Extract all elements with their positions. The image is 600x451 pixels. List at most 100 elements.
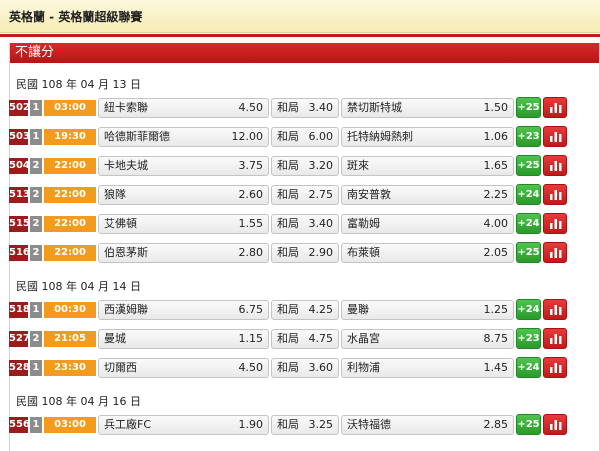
home-odds-button[interactable]: 西漢姆聯 6.75 <box>98 300 269 320</box>
draw-odds: 3.20 <box>308 159 334 172</box>
more-bets-button[interactable]: +24 <box>516 357 541 378</box>
home-odds: 4.50 <box>238 101 264 114</box>
stats-button[interactable] <box>543 242 567 263</box>
draw-odds: 4.75 <box>308 332 334 345</box>
home-odds-button[interactable]: 伯恩茅斯 2.80 <box>98 243 269 263</box>
page-title: 英格蘭 - 英格蘭超級聯賽 <box>9 10 143 24</box>
away-odds: 1.50 <box>483 101 509 114</box>
away-odds: 1.06 <box>483 130 509 143</box>
league-badge: 1 <box>30 129 42 145</box>
stats-button[interactable] <box>543 213 567 234</box>
away-odds-button[interactable]: 斑來 1.65 <box>341 156 514 176</box>
draw-odds: 3.60 <box>308 361 334 374</box>
home-odds: 1.15 <box>238 332 264 345</box>
home-odds-button[interactable]: 卡地夫城 3.75 <box>98 156 269 176</box>
home-odds-button[interactable]: 艾佛頓 1.55 <box>98 214 269 234</box>
stats-button[interactable] <box>543 184 567 205</box>
bar-chart-icon <box>550 248 562 258</box>
draw-label: 和局 <box>277 361 299 374</box>
away-odds-button[interactable]: 禁切斯特城 1.50 <box>341 98 514 118</box>
more-bets-button[interactable]: +24 <box>516 299 541 320</box>
draw-odds: 6.00 <box>308 130 334 143</box>
draw-label: 和局 <box>277 159 299 172</box>
home-odds-button[interactable]: 切爾西 4.50 <box>98 358 269 378</box>
draw-label: 和局 <box>277 130 299 143</box>
match-number: 556 <box>9 417 30 433</box>
match-row: 516 2 22:00 (六) 伯恩茅斯 2.80 和局 2.90 布萊頓 2.… <box>0 241 600 274</box>
draw-odds-button[interactable]: 和局 3.40 <box>271 98 339 118</box>
more-bets-button[interactable]: +25 <box>516 97 541 118</box>
draw-label: 和局 <box>277 188 299 201</box>
draw-odds-button[interactable]: 和局 2.90 <box>271 243 339 263</box>
bar-chart-icon <box>550 420 562 430</box>
more-bets-button[interactable]: +25 <box>516 414 541 435</box>
draw-odds-button[interactable]: 和局 3.60 <box>271 358 339 378</box>
home-odds-button[interactable]: 兵工廠FC 1.90 <box>98 415 269 435</box>
draw-label: 和局 <box>277 418 299 431</box>
draw-odds-button[interactable]: 和局 4.25 <box>271 300 339 320</box>
stats-button[interactable] <box>543 357 567 378</box>
date-label: 民國 108 年 04 月 14 日 <box>16 280 141 293</box>
bar-chart-icon <box>550 363 562 373</box>
draw-label: 和局 <box>277 217 299 230</box>
draw-odds-button[interactable]: 和局 4.75 <box>271 329 339 349</box>
draw-odds: 4.25 <box>308 303 334 316</box>
stats-button[interactable] <box>543 414 567 435</box>
away-team: 富勒姆 <box>347 217 380 230</box>
stats-button[interactable] <box>543 155 567 176</box>
more-bets-button[interactable]: +25 <box>516 242 541 263</box>
match-number: 515 <box>9 216 30 232</box>
draw-odds-button[interactable]: 和局 2.75 <box>271 185 339 205</box>
match-number: 502 <box>9 100 30 116</box>
home-team: 狼隊 <box>104 188 126 201</box>
match-number: 504 <box>9 158 30 174</box>
draw-odds-button[interactable]: 和局 3.20 <box>271 156 339 176</box>
match-row: 503 1 19:30 (六) 哈德斯菲爾德 12.00 和局 6.00 托特納… <box>0 125 600 158</box>
away-odds-button[interactable]: 南安普敦 2.25 <box>341 185 514 205</box>
draw-odds-button[interactable]: 和局 6.00 <box>271 127 339 147</box>
more-bets-button[interactable]: +24 <box>516 213 541 234</box>
league-badge: 2 <box>30 245 42 261</box>
home-odds-button[interactable]: 哈德斯菲爾德 12.00 <box>98 127 269 147</box>
divider <box>0 34 600 37</box>
home-odds-button[interactable]: 紐卡索聯 4.50 <box>98 98 269 118</box>
match-row: 518 1 00:30 (日) 西漢姆聯 6.75 和局 4.25 曼聯 1.2… <box>0 298 600 331</box>
home-odds-button[interactable]: 曼城 1.15 <box>98 329 269 349</box>
away-odds-button[interactable]: 水晶宮 8.75 <box>341 329 514 349</box>
match-row: 556 1 03:00 (二) 兵工廠FC 1.90 和局 3.25 沃特福德 … <box>0 413 600 446</box>
draw-label: 和局 <box>277 303 299 316</box>
draw-odds-button[interactable]: 和局 3.40 <box>271 214 339 234</box>
league-badge: 2 <box>30 331 42 347</box>
home-odds: 4.50 <box>238 361 264 374</box>
away-odds: 2.05 <box>483 246 509 259</box>
away-team: 斑來 <box>347 159 369 172</box>
more-bets-button[interactable]: +25 <box>516 155 541 176</box>
away-odds-button[interactable]: 布萊頓 2.05 <box>341 243 514 263</box>
home-odds-button[interactable]: 狼隊 2.60 <box>98 185 269 205</box>
match-row: 513 2 22:00 (六) 狼隊 2.60 和局 2.75 南安普敦 2.2… <box>0 183 600 216</box>
away-team: 曼聯 <box>347 303 369 316</box>
home-odds: 1.90 <box>238 418 264 431</box>
away-odds-button[interactable]: 沃特福德 2.85 <box>341 415 514 435</box>
more-bets-button[interactable]: +24 <box>516 184 541 205</box>
kickoff-time: 22:00 (六) <box>44 245 96 274</box>
more-bets-button[interactable]: +23 <box>516 328 541 349</box>
stats-button[interactable] <box>543 97 567 118</box>
stats-button[interactable] <box>543 328 567 349</box>
away-odds-button[interactable]: 利物浦 1.45 <box>341 358 514 378</box>
away-odds-button[interactable]: 富勒姆 4.00 <box>341 214 514 234</box>
league-badge: 2 <box>30 187 42 203</box>
stats-button[interactable] <box>543 126 567 147</box>
away-odds-button[interactable]: 托特納姆熱刺 1.06 <box>341 127 514 147</box>
draw-odds-button[interactable]: 和局 3.25 <box>271 415 339 435</box>
draw-odds: 3.40 <box>308 101 334 114</box>
stats-button[interactable] <box>543 299 567 320</box>
away-odds-button[interactable]: 曼聯 1.25 <box>341 300 514 320</box>
panel-title: 不讓分 <box>10 43 599 63</box>
match-number: 516 <box>9 245 30 261</box>
kickoff-time: 22:00 (六) <box>44 158 96 187</box>
away-odds: 2.85 <box>483 418 509 431</box>
home-odds: 2.60 <box>238 188 264 201</box>
draw-odds: 3.25 <box>308 418 334 431</box>
more-bets-button[interactable]: +23 <box>516 126 541 147</box>
